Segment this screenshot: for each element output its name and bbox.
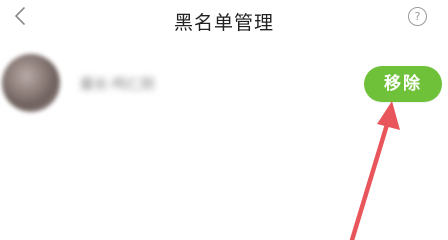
avatar[interactable] — [2, 54, 60, 112]
top-bar: 黑名单管理 ? — [0, 0, 448, 44]
question-circle-icon[interactable]: ? — [408, 7, 427, 26]
remove-button[interactable]: 移除 — [364, 66, 442, 102]
blacklist-item: 最长·鸣仁则 移除 — [0, 52, 448, 124]
page-title: 黑名单管理 — [173, 12, 274, 34]
arrow-shaft — [349, 115, 392, 240]
blacklisted-username: 最长·鸣仁则 — [80, 77, 155, 93]
